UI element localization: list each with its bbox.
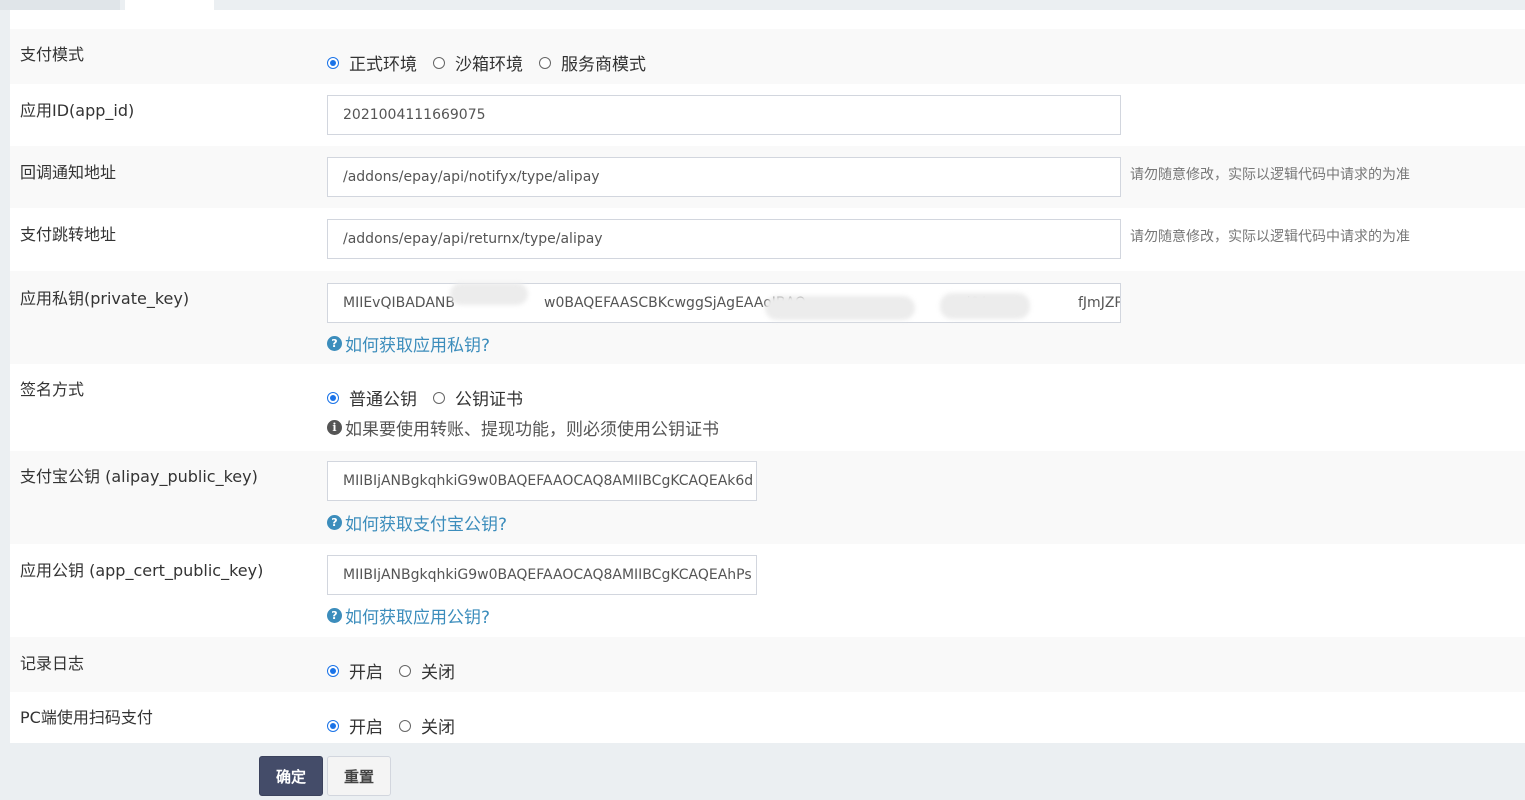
radio-checked-icon[interactable] <box>327 56 339 69</box>
radio-unchecked-icon[interactable] <box>539 56 551 69</box>
pc-scan-radio-group: 开启 关闭 <box>327 713 471 738</box>
app-cert-public-key-help-link[interactable]: ? 如何获取应用公钥? <box>327 603 490 628</box>
row-return-url: 支付跳转地址 /addons/epay/api/returnx/type/ali… <box>10 208 1525 271</box>
log-radio-group: 开启 关闭 <box>327 658 471 683</box>
radio-checked-icon[interactable] <box>327 719 339 732</box>
question-circle-icon: ? <box>327 336 342 351</box>
radio-unchecked-icon[interactable] <box>433 391 445 404</box>
app-id-label: 应用ID(app_id) <box>20 101 135 120</box>
row-alipay-public-key: 支付宝公钥 (alipay_public_key) MIIBIjANBgkqhk… <box>10 451 1525 544</box>
return-url-label: 支付跳转地址 <box>20 225 117 244</box>
row-private-key: 应用私钥(private_key) MIIEvQIBADANB w0BAQEFA… <box>10 271 1525 364</box>
alipay-public-key-help-link[interactable]: ? 如何获取支付宝公钥? <box>327 510 507 535</box>
sign-type-info: i 如果要使用转账、提现功能，则必须使用公钥证书 <box>327 415 719 440</box>
pc-scan-option-on[interactable]: 开启 <box>327 713 383 738</box>
app-id-input[interactable]: 2021004111669075 <box>327 95 1121 135</box>
radio-checked-icon[interactable] <box>327 391 339 404</box>
info-circle-icon: i <box>327 420 342 435</box>
row-sign-type: 签名方式 普通公钥 公钥证书 i 如果要使用转账、提现功能，则必须使用公钥证书 <box>10 364 1525 451</box>
row-pay-mode: 支付模式 正式环境 沙箱环境 服务商模式 <box>10 29 1525 84</box>
return-url-hint: 请勿随意修改，实际以逻辑代码中请求的为准 <box>1130 229 1410 245</box>
pc-scan-option-off[interactable]: 关闭 <box>399 713 455 738</box>
sign-type-option-public-key[interactable]: 普通公钥 <box>327 385 417 410</box>
radio-unchecked-icon[interactable] <box>399 719 411 732</box>
sign-type-label: 签名方式 <box>20 380 85 399</box>
row-log: 记录日志 开启 关闭 <box>10 637 1525 692</box>
return-url-input[interactable]: /addons/epay/api/returnx/type/alipay <box>327 219 1121 259</box>
app-cert-public-key-label: 应用公钥 (app_cert_public_key) <box>20 561 264 580</box>
question-circle-icon: ? <box>327 515 342 530</box>
pay-mode-option-live[interactable]: 正式环境 <box>327 50 417 75</box>
sign-type-option-cert[interactable]: 公钥证书 <box>433 385 523 410</box>
row-notify-url: 回调通知地址 /addons/epay/api/notifyx/type/ali… <box>10 146 1525 208</box>
sign-type-radio-group: 普通公钥 公钥证书 <box>327 385 539 410</box>
row-app-cert-public-key: 应用公钥 (app_cert_public_key) MIIBIjANBgkqh… <box>10 544 1525 637</box>
pay-mode-option-sandbox[interactable]: 沙箱环境 <box>433 50 523 75</box>
radio-checked-icon[interactable] <box>327 664 339 677</box>
alipay-public-key-input[interactable]: MIIBIjANBgkqhkiG9w0BAQEFAAOCAQ8AMIIBCgKC… <box>327 461 757 501</box>
notify-url-hint: 请勿随意修改，实际以逻辑代码中请求的为准 <box>1130 167 1410 183</box>
pay-mode-option-provider[interactable]: 服务商模式 <box>539 50 646 75</box>
app-cert-public-key-input[interactable]: MIIBIjANBgkqhkiG9w0BAQEFAAOCAQ8AMIIBCgKC… <box>327 555 757 595</box>
log-option-off[interactable]: 关闭 <box>399 658 455 683</box>
private-key-label: 应用私钥(private_key) <box>20 289 190 308</box>
reset-button[interactable]: 重置 <box>327 756 391 796</box>
private-key-help-link[interactable]: ? 如何获取应用私钥? <box>327 331 490 356</box>
form-footer: 确定 重置 <box>0 743 1525 800</box>
row-pc-scan: PC端使用扫码支付 开启 关闭 <box>10 692 1525 743</box>
log-label: 记录日志 <box>20 654 85 673</box>
radio-unchecked-icon[interactable] <box>433 56 445 69</box>
row-app-id: 应用ID(app_id) 2021004111669075 <box>10 84 1525 146</box>
pay-mode-label: 支付模式 <box>20 45 85 64</box>
notify-url-input[interactable]: /addons/epay/api/notifyx/type/alipay <box>327 157 1121 197</box>
tab-inactive[interactable] <box>0 0 120 10</box>
log-option-on[interactable]: 开启 <box>327 658 383 683</box>
notify-url-label: 回调通知地址 <box>20 163 117 182</box>
pay-mode-radio-group: 正式环境 沙箱环境 服务商模式 <box>327 50 662 75</box>
redaction-blur <box>940 293 1030 319</box>
radio-unchecked-icon[interactable] <box>399 664 411 677</box>
tab-active[interactable] <box>125 0 214 10</box>
question-circle-icon: ? <box>327 608 342 623</box>
pc-scan-label: PC端使用扫码支付 <box>20 708 153 727</box>
top-tab-bar <box>0 0 1525 10</box>
submit-button[interactable]: 确定 <box>259 756 323 796</box>
redaction-blur <box>765 296 915 320</box>
redaction-blur <box>450 283 528 305</box>
alipay-public-key-label: 支付宝公钥 (alipay_public_key) <box>20 467 258 486</box>
